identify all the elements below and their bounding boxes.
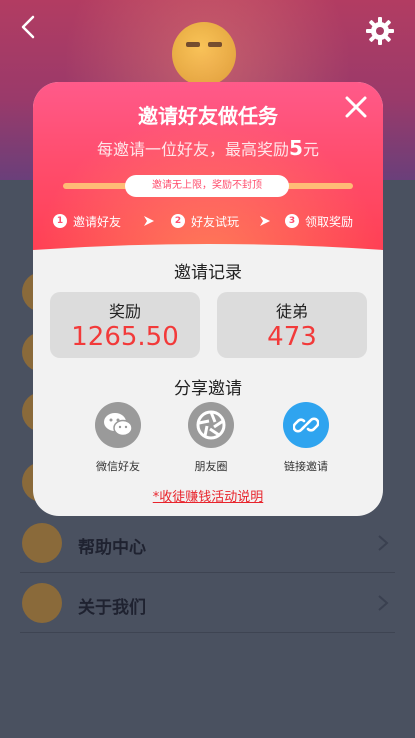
back-arrow-icon[interactable] xyxy=(16,14,42,40)
share-wechat-button[interactable]: 微信好友 xyxy=(73,402,163,473)
step-claim: 3 领取奖励 xyxy=(285,210,353,232)
arrow-right-icon xyxy=(144,216,154,226)
step-label: 领取奖励 xyxy=(305,214,354,229)
reward-value: 1265.50 xyxy=(71,322,179,352)
menu-item-label: 帮助中心 xyxy=(78,538,146,558)
records-title: 邀请记录 xyxy=(174,263,242,283)
share-link-button[interactable]: 链接邀请 xyxy=(261,402,351,473)
subtitle-amount: 5 xyxy=(289,136,303,160)
subtitle-unit: 元 xyxy=(302,140,319,159)
rules-link[interactable]: *收徒赚钱活动说明 xyxy=(33,486,383,505)
menu-item-help[interactable]: 帮助中心 xyxy=(0,513,415,573)
step-label: 好友试玩 xyxy=(191,214,240,229)
mascot-eyes-icon xyxy=(186,42,222,47)
link-icon xyxy=(283,402,329,448)
chevron-right-icon xyxy=(378,595,389,611)
share-label: 链接邀请 xyxy=(284,460,328,473)
reward-card: 奖励 1265.50 xyxy=(50,292,200,358)
share-moments-button[interactable]: 朋友圈 xyxy=(166,402,256,473)
help-book-icon xyxy=(22,523,62,563)
gear-icon[interactable] xyxy=(365,16,395,46)
subtitle-text: 每邀请一位好友，最高奖励 xyxy=(97,140,290,159)
close-icon[interactable] xyxy=(345,96,367,118)
disciples-label: 徒弟 xyxy=(275,302,308,321)
step-trial: 2 好友试玩 xyxy=(171,210,239,232)
modal-banner: 邀请好友做任务 每邀请一位好友，最高奖励5元 邀请无上限，奖励不封顶 1 邀请好… xyxy=(33,82,383,262)
step-number: 2 xyxy=(171,214,185,228)
step-label: 邀请好友 xyxy=(73,214,122,229)
step-number: 3 xyxy=(285,214,299,228)
unlimited-reward-pill: 邀请无上限，奖励不封顶 xyxy=(125,175,289,197)
arrow-right-icon xyxy=(260,216,270,226)
modal-title: 邀请好友做任务 xyxy=(138,104,278,128)
share-title: 分享邀请 xyxy=(174,379,242,399)
step-invite: 1 邀请好友 xyxy=(53,210,121,232)
chevron-right-icon xyxy=(378,535,389,551)
share-label: 朋友圈 xyxy=(194,460,228,473)
wechat-icon xyxy=(95,402,141,448)
share-label: 微信好友 xyxy=(96,460,140,473)
disciples-value: 473 xyxy=(267,322,317,352)
step-number: 1 xyxy=(53,214,67,228)
menu-item-label: 关于我们 xyxy=(78,598,146,618)
invite-steps: 1 邀请好友 2 好友试玩 3 领取奖励 xyxy=(33,210,383,232)
invite-modal: 邀请好友做任务 每邀请一位好友，最高奖励5元 邀请无上限，奖励不封顶 1 邀请好… xyxy=(33,82,383,516)
reward-label: 奖励 xyxy=(108,302,141,321)
moments-icon xyxy=(188,402,234,448)
reward-subtitle: 每邀请一位好友，最高奖励5元 xyxy=(33,136,383,160)
mascot-avatar xyxy=(172,22,236,86)
disciples-card: 徒弟 473 xyxy=(217,292,367,358)
about-user-icon xyxy=(22,583,62,623)
divider xyxy=(20,632,395,633)
menu-item-about[interactable]: 关于我们 xyxy=(0,573,415,633)
